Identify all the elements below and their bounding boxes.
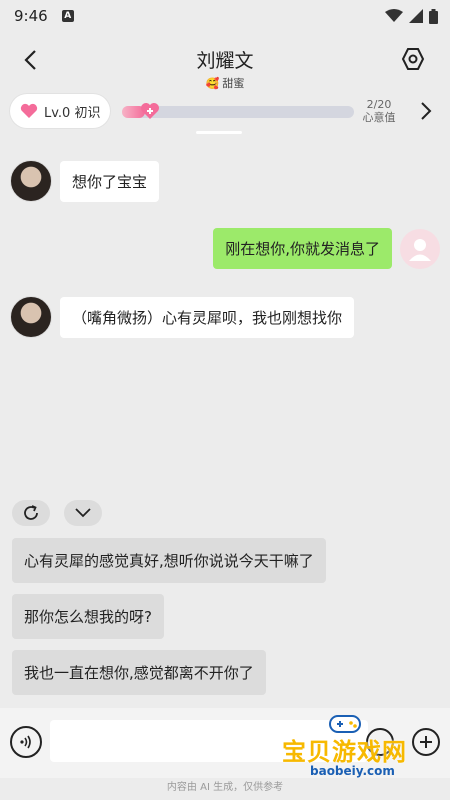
message-bubble[interactable]: （嘴角微扬）心有灵犀呗，我也刚想找你 [60,296,355,338]
chat-header: 刘耀文 🥰 甜蜜 [0,32,450,91]
app-notification-icon: A [61,10,74,22]
message-bubble[interactable]: 刚在想你,你就发消息了 [213,228,392,269]
settings-hexagon-icon [401,48,425,70]
heart-icon [20,103,38,118]
message-row-user: 刚在想你,你就发消息了 [213,228,440,269]
intimacy-progress-text: 2/20 心意值 [358,98,400,124]
signal-icon [409,9,423,23]
watermark-url: baobeiy.com [310,764,395,778]
suggested-reply[interactable]: 心有灵犀的感觉真好,想听你说说今天干嘛了 [12,538,326,583]
page-title: 刘耀文 [196,50,254,72]
level-badge[interactable]: Lv.0 初识 [10,94,110,128]
status-bar: 9:46 A [0,0,450,32]
wifi-icon [385,9,403,22]
relationship-status: 🥰 甜蜜 [0,75,450,91]
progress-value: 2/20 [366,98,392,111]
suggested-reply[interactable]: 我也一直在想你,感觉都离不开你了 [12,650,266,695]
voice-wave-icon [20,735,31,749]
progress-caption: 心意值 [362,111,396,124]
user-avatar[interactable] [400,228,440,269]
message-row-bot: 想你了宝宝 [10,160,160,202]
status-time: 9:46 [14,7,48,25]
intimacy-progress-track [122,103,354,119]
bot-avatar[interactable] [10,160,52,202]
collapse-suggestions-button[interactable] [64,500,102,526]
sheet-handle [196,131,242,134]
settings-button[interactable] [398,44,428,74]
message-bubble[interactable]: 想你了宝宝 [60,160,160,202]
progress-heart-icon [141,103,159,119]
bot-avatar[interactable] [10,296,52,338]
level-details-button[interactable] [420,100,432,126]
chevron-right-icon [421,102,432,120]
user-icon [409,238,431,261]
suggestion-tools [12,500,102,526]
battery-icon [429,8,438,24]
message-row-bot: （嘴角微扬）心有灵犀呗，我也刚想找你 [10,296,355,338]
gamepad-icon [329,715,361,733]
watermark-text: 宝贝游戏网 [282,738,407,766]
watermark: 宝贝游戏网 baobeiy.com [274,712,424,786]
refresh-icon [24,505,38,520]
emoji-icon: 🥰 [205,76,220,90]
chevron-down-icon [75,508,91,518]
voice-input-button[interactable] [10,726,42,758]
refresh-suggestions-button[interactable] [12,500,50,526]
relationship-label: 甜蜜 [222,77,245,90]
intimacy-level-bar: Lv.0 初识 2/20 心意值 [0,92,450,132]
suggested-reply[interactable]: 那你怎么想我的呀? [12,594,164,639]
level-label: Lv.0 初识 [44,105,101,121]
